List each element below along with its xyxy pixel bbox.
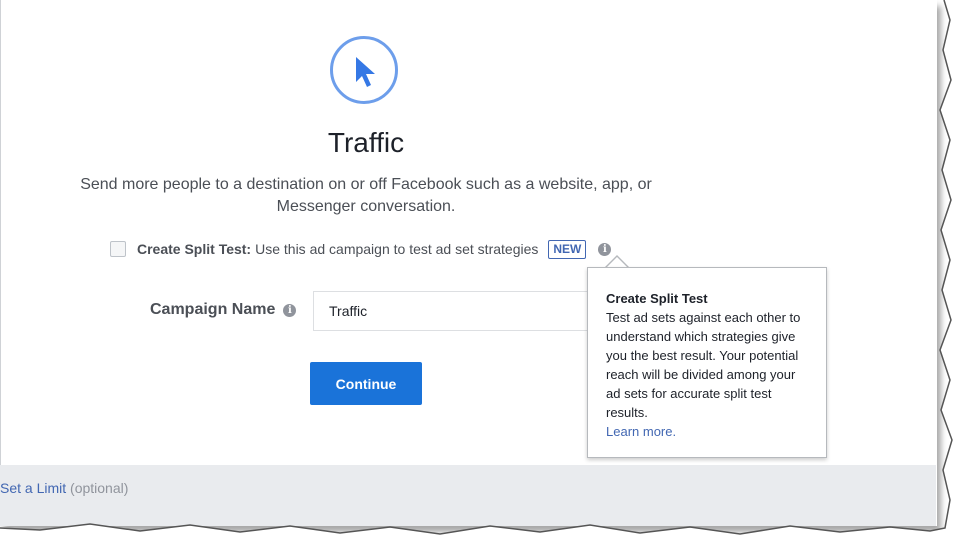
new-badge: NEW bbox=[548, 239, 587, 259]
campaign-name-label: Campaign Name bbox=[150, 301, 276, 318]
split-test-text: Use this ad campaign to test ad set stra… bbox=[255, 241, 539, 257]
optional-label: (optional) bbox=[70, 480, 129, 496]
split-test-label: Create Split Test: bbox=[137, 241, 252, 257]
split-test-info-icon[interactable]: i bbox=[598, 242, 612, 256]
objective-title: Traffic bbox=[327, 127, 405, 158]
campaign-name-row: Campaign Name i bbox=[150, 301, 297, 319]
objective-description: Send more people to a destination on or … bbox=[80, 176, 652, 215]
learn-more-link[interactable]: Learn more. bbox=[606, 424, 676, 439]
set-limit-link[interactable]: Set a Limit bbox=[0, 480, 66, 496]
tooltip-title: Create Split Test bbox=[606, 291, 708, 306]
footer-bar bbox=[0, 465, 936, 526]
continue-button[interactable]: Continue bbox=[310, 362, 422, 405]
cursor-icon bbox=[356, 57, 375, 87]
campaign-name-info-icon[interactable]: i bbox=[283, 303, 297, 317]
tooltip-body: Test ad sets against each other to under… bbox=[606, 310, 801, 420]
objective-icon bbox=[330, 36, 398, 104]
split-test-tooltip: Create Split Test Test ad sets against e… bbox=[587, 267, 827, 458]
set-limit-row: Set a Limit (optional) bbox=[0, 480, 128, 496]
split-test-checkbox[interactable] bbox=[110, 241, 126, 257]
split-test-row: Create Split Test: Use this ad campaign … bbox=[110, 239, 612, 259]
campaign-name-input[interactable] bbox=[313, 291, 613, 331]
